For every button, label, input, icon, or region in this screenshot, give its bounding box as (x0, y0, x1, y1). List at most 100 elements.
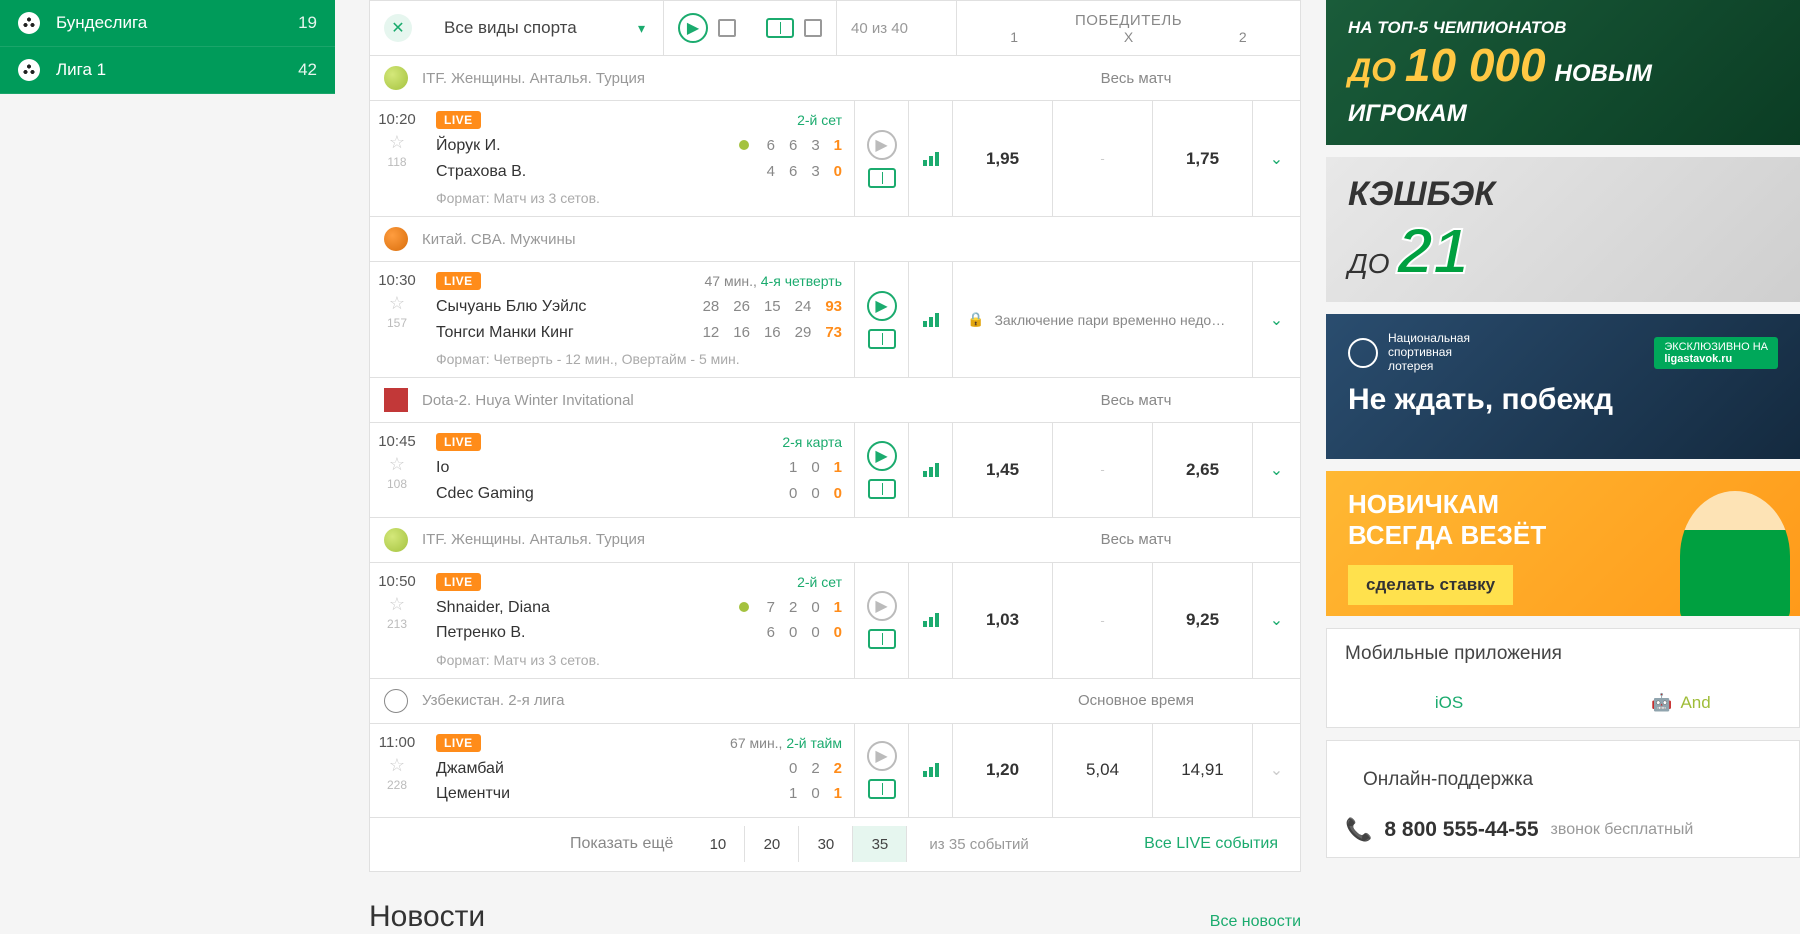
field-icon[interactable] (868, 779, 896, 799)
score-col: 1 0 (834, 595, 842, 646)
odd-1[interactable]: 1,95 (952, 101, 1052, 216)
field-icon[interactable] (868, 479, 896, 499)
make-bet-button[interactable]: сделать ставку (1348, 565, 1513, 605)
odd-2[interactable]: 9,25 (1152, 563, 1252, 678)
page-size-button[interactable]: 35 (853, 826, 907, 862)
sidebar-item-ligue1[interactable]: Лига 1 42 (0, 47, 335, 94)
soccer-icon (18, 59, 40, 81)
event-body[interactable]: LIVE 67 мин., 2-й тайм Джамбай Цементчи … (424, 724, 854, 817)
time: 10:30 (376, 272, 418, 289)
checkbox[interactable] (718, 19, 736, 37)
event-media: ▶ (854, 423, 908, 516)
star-icon[interactable]: ☆ (376, 594, 418, 615)
score-col: 28 12 (703, 294, 720, 345)
team-1: Shnaider, Diana (436, 595, 739, 621)
event-body[interactable]: LIVE 2-й сет Йорук И. Страхова В. 6 4 6 … (424, 101, 854, 216)
promo-banner-3[interactable]: Национальная спортивная лотерея ЭКСКЛЮЗИ… (1326, 314, 1800, 459)
field-icon[interactable] (868, 168, 896, 188)
support-phone[interactable]: 📞 8 800 555-44-55 звонок бесплатный (1345, 817, 1781, 843)
odd-2[interactable]: 2,65 (1152, 423, 1252, 516)
page-size-button[interactable]: 20 (745, 826, 799, 862)
odd-1[interactable]: 1,20 (952, 724, 1052, 817)
all-live-link[interactable]: Все LIVE события (1122, 835, 1300, 853)
sidebar-item-bundesliga[interactable]: Бундеслига 19 (0, 0, 335, 47)
stats-button[interactable] (908, 262, 952, 377)
field-icon[interactable] (868, 629, 896, 649)
team-2: Цементчи (436, 781, 789, 807)
score-col: 0 0 (811, 595, 819, 646)
play-icon[interactable]: ▶ (867, 741, 897, 771)
event-body[interactable]: LIVE 47 мин., 4-я четверть Сычуань Блю У… (424, 262, 854, 377)
teams: Джамбай Цементчи (436, 756, 789, 807)
stats-button[interactable] (908, 423, 952, 516)
play-icon[interactable]: ▶ (867, 130, 897, 160)
odd-1[interactable]: 1,03 (952, 563, 1052, 678)
league-name[interactable]: ITF. Женщины. Анталья. Турция (422, 531, 986, 548)
score-col: 2 1 (834, 756, 842, 807)
play-icon[interactable]: ▶ (867, 291, 897, 321)
phone-icon: 📞 (1345, 817, 1372, 843)
score: 0 (811, 620, 819, 646)
tag-line: ЭКСКЛЮЗИВНО НА (1664, 341, 1768, 353)
star-icon[interactable]: ☆ (376, 755, 418, 776)
promo-banner-1[interactable]: НА ТОП-5 ЧЕМПИОНАТОВ ДО 10 000 НОВЫМ ИГР… (1326, 0, 1800, 145)
field-icon[interactable] (766, 18, 794, 38)
winner-label: ПОБЕДИТЕЛЬ (957, 12, 1300, 29)
event-row: 10:45 ☆ 108 LIVE 2-я карта Io Cdec Gamin… (369, 423, 1301, 517)
event-time: 10:45 ☆ 108 (370, 423, 424, 516)
score-col: 1 0 (834, 133, 842, 184)
star-icon[interactable]: ☆ (376, 454, 418, 475)
odds: 1,45 - 2,65 (952, 423, 1252, 516)
field-icon[interactable] (868, 329, 896, 349)
all-news-link[interactable]: Все новости (1210, 913, 1301, 931)
page-size-button[interactable]: 30 (799, 826, 853, 862)
bars-icon (923, 613, 939, 627)
expand-button[interactable]: ⌄ (1252, 262, 1300, 377)
expand-button[interactable]: ⌄ (1252, 563, 1300, 678)
league-name[interactable]: ITF. Женщины. Анталья. Турция (422, 70, 986, 87)
league-name[interactable]: Dota-2. Huya Winter Invitational (422, 392, 986, 409)
event-body[interactable]: LIVE 2-я карта Io Cdec Gaming 1 0 0 0 1 … (424, 423, 854, 516)
odd-1[interactable]: 1,45 (952, 423, 1052, 516)
close-icon[interactable]: ✕ (384, 14, 412, 42)
event-body[interactable]: LIVE 2-й сет Shnaider, Diana Петренко В.… (424, 563, 854, 678)
promo-banner-2[interactable]: КЭШБЭК ДО 21 (1326, 157, 1800, 302)
star-icon[interactable]: ☆ (376, 293, 418, 314)
filter-bar: ✕ Все виды спорта ▾ ▶ 40 из 40 ПОБЕДИТЕЛ… (369, 0, 1301, 56)
odd-2[interactable]: 14,91 (1152, 724, 1252, 817)
league-name[interactable]: Китай. CBA. Мужчины (422, 231, 986, 248)
odd-2[interactable]: 1,75 (1152, 101, 1252, 216)
market-label: Весь матч (986, 531, 1286, 548)
team-1: Сычуань Блю Уэйлс (436, 294, 703, 320)
league-name[interactable]: Узбекистан. 2-я лига (422, 692, 986, 709)
section-title: Онлайн-поддержка (1345, 755, 1781, 805)
stats-button[interactable] (908, 724, 952, 817)
checkbox[interactable] (804, 19, 822, 37)
event-row: 10:30 ☆ 157 LIVE 47 мин., 4-я четверть С… (369, 262, 1301, 378)
stats-button[interactable] (908, 101, 952, 216)
score: 6 (767, 620, 775, 646)
score: 12 (703, 320, 720, 346)
sidebar-item-count: 19 (298, 13, 317, 33)
score-col: 93 73 (825, 294, 842, 345)
expand-button[interactable]: ⌄ (1252, 423, 1300, 516)
star-icon[interactable]: ☆ (376, 132, 418, 153)
time: 11:00 (376, 734, 418, 751)
odd-x[interactable]: 5,04 (1052, 724, 1152, 817)
event-format: Формат: Матч из 3 сетов. (436, 190, 842, 206)
play-icon[interactable]: ▶ (867, 441, 897, 471)
play-icon[interactable]: ▶ (867, 591, 897, 621)
ios-app-link[interactable]: iOS (1327, 679, 1563, 727)
score-col: 3 3 (811, 133, 819, 184)
lottery-logo-icon (1348, 338, 1378, 368)
sport-filter-dropdown[interactable]: Все виды спорта ▾ (426, 1, 664, 55)
expand-button[interactable]: ⌄ (1252, 101, 1300, 216)
play-icon[interactable]: ▶ (678, 13, 708, 43)
expand-button[interactable]: ⌄ (1252, 724, 1300, 817)
stats-button[interactable] (908, 563, 952, 678)
promo-banner-4[interactable]: НОВИЧКАМ ВСЕГДА ВЕЗЁТ сделать ставку (1326, 471, 1800, 616)
android-app-link[interactable]: 🤖 And (1563, 679, 1799, 727)
score: 0 (811, 481, 819, 507)
score-col: 26 16 (733, 294, 750, 345)
page-size-button[interactable]: 10 (691, 826, 745, 862)
